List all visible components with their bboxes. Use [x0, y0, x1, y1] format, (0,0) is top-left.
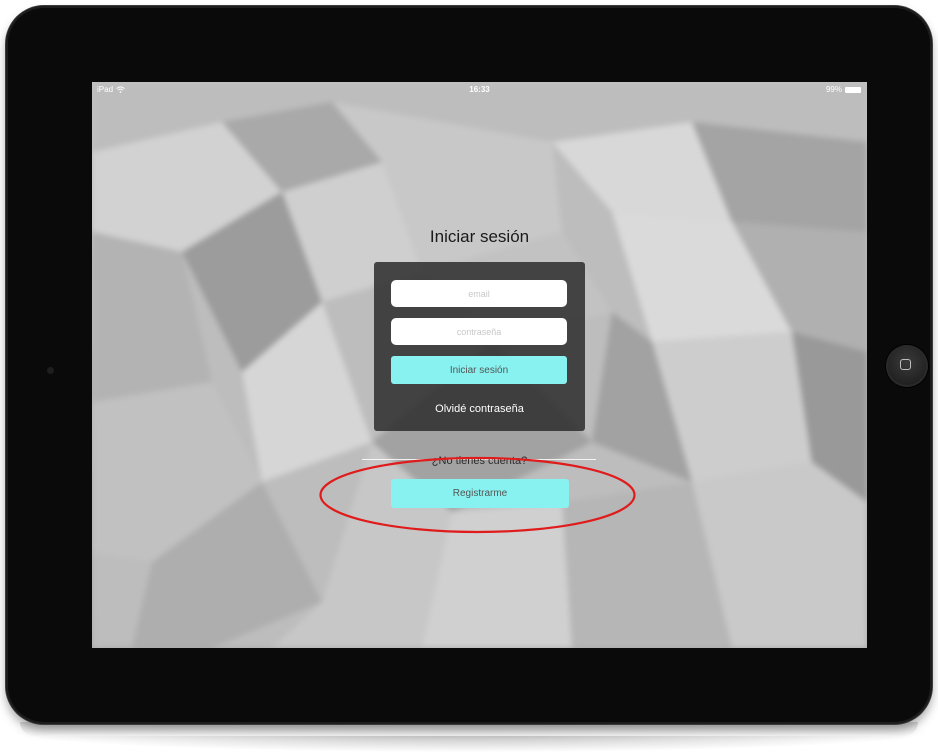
- battery-icon: [845, 86, 861, 93]
- device-screen: iPad 16:33 99% Iniciar sesión Iniciar se…: [92, 82, 867, 648]
- status-bar: iPad 16:33 99%: [92, 82, 867, 96]
- home-button[interactable]: [886, 345, 928, 387]
- forgot-password-link[interactable]: Olvidé contraseña: [374, 403, 585, 415]
- login-panel: Iniciar sesión Olvidé contraseña: [374, 262, 585, 431]
- register-button[interactable]: Registrarme: [391, 479, 569, 508]
- status-time: 16:33: [469, 85, 490, 94]
- password-field[interactable]: [391, 318, 567, 345]
- screenshot: iPad 16:33 99% Iniciar sesión Iniciar se…: [0, 0, 938, 756]
- home-button-icon: [900, 359, 911, 370]
- no-account-text: ¿No tienes cuenta?: [431, 455, 528, 467]
- device-reflection: [20, 722, 918, 736]
- email-field[interactable]: [391, 280, 567, 307]
- battery-fill: [846, 87, 860, 92]
- status-right: 99%: [826, 85, 861, 94]
- login-title: Iniciar sesión: [429, 227, 530, 246]
- camera-icon: [47, 367, 54, 374]
- battery-percent: 99%: [825, 85, 842, 94]
- login-button[interactable]: Iniciar sesión: [391, 356, 567, 384]
